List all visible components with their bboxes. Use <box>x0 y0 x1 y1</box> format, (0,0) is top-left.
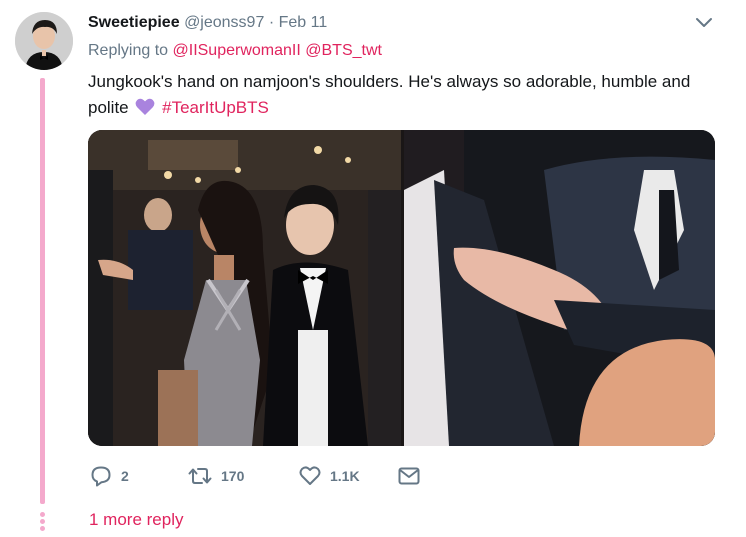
purple-heart-icon <box>135 98 155 115</box>
tweet-text: Jungkook's hand on namjoon's shoulders. … <box>88 69 718 121</box>
retweet-count: 170 <box>221 468 245 484</box>
media-photo-1[interactable] <box>88 130 401 446</box>
tweet-date[interactable]: Feb 11 <box>279 14 328 31</box>
envelope-icon <box>398 467 420 485</box>
avatar-photo <box>15 12 73 70</box>
tweet-header: Sweetiepiee @jeonss97 · Feb 11 <box>88 13 327 33</box>
tweet-media <box>88 130 715 446</box>
replying-to: Replying to @IISuperwomanII @BTS_twt <box>88 41 382 61</box>
like-button[interactable]: 1.1K <box>299 466 398 486</box>
heart-icon <box>299 466 321 485</box>
hashtag-link[interactable]: #TearItUpBTS <box>162 98 269 117</box>
author-handle[interactable]: @jeonss97 <box>184 14 264 31</box>
thread-dot <box>40 519 45 524</box>
tweet-actions: 2 170 1.1K <box>90 463 420 489</box>
replying-prefix: Replying to <box>88 42 169 59</box>
reply-mention-1[interactable]: @IISuperwomanII <box>173 42 301 59</box>
reply-icon <box>91 466 111 487</box>
header-separator: · <box>268 14 275 31</box>
retweet-icon <box>188 468 212 484</box>
tweet-text-line-1: Jungkook's hand on namjoon's shoulders. … <box>88 72 691 91</box>
direct-message-button[interactable] <box>398 467 420 485</box>
retweet-button[interactable]: 170 <box>188 465 299 487</box>
reply-count: 2 <box>121 468 129 484</box>
tweet-text-line-2: polite #TearItUpBTS <box>88 95 718 121</box>
avatar[interactable] <box>15 12 73 70</box>
chevron-down-icon[interactable] <box>695 16 713 30</box>
tweet-text-word: polite <box>88 98 129 117</box>
thread-dot <box>40 512 45 517</box>
more-replies-link[interactable]: 1 more reply <box>89 509 183 531</box>
thread-line <box>40 78 45 504</box>
like-count: 1.1K <box>330 468 360 484</box>
reply-mention-2[interactable]: @BTS_twt <box>305 42 382 59</box>
reply-button[interactable]: 2 <box>90 465 188 487</box>
author-name[interactable]: Sweetiepiee <box>88 14 180 31</box>
thread-dot <box>40 526 45 531</box>
media-photo-2[interactable] <box>404 130 715 446</box>
